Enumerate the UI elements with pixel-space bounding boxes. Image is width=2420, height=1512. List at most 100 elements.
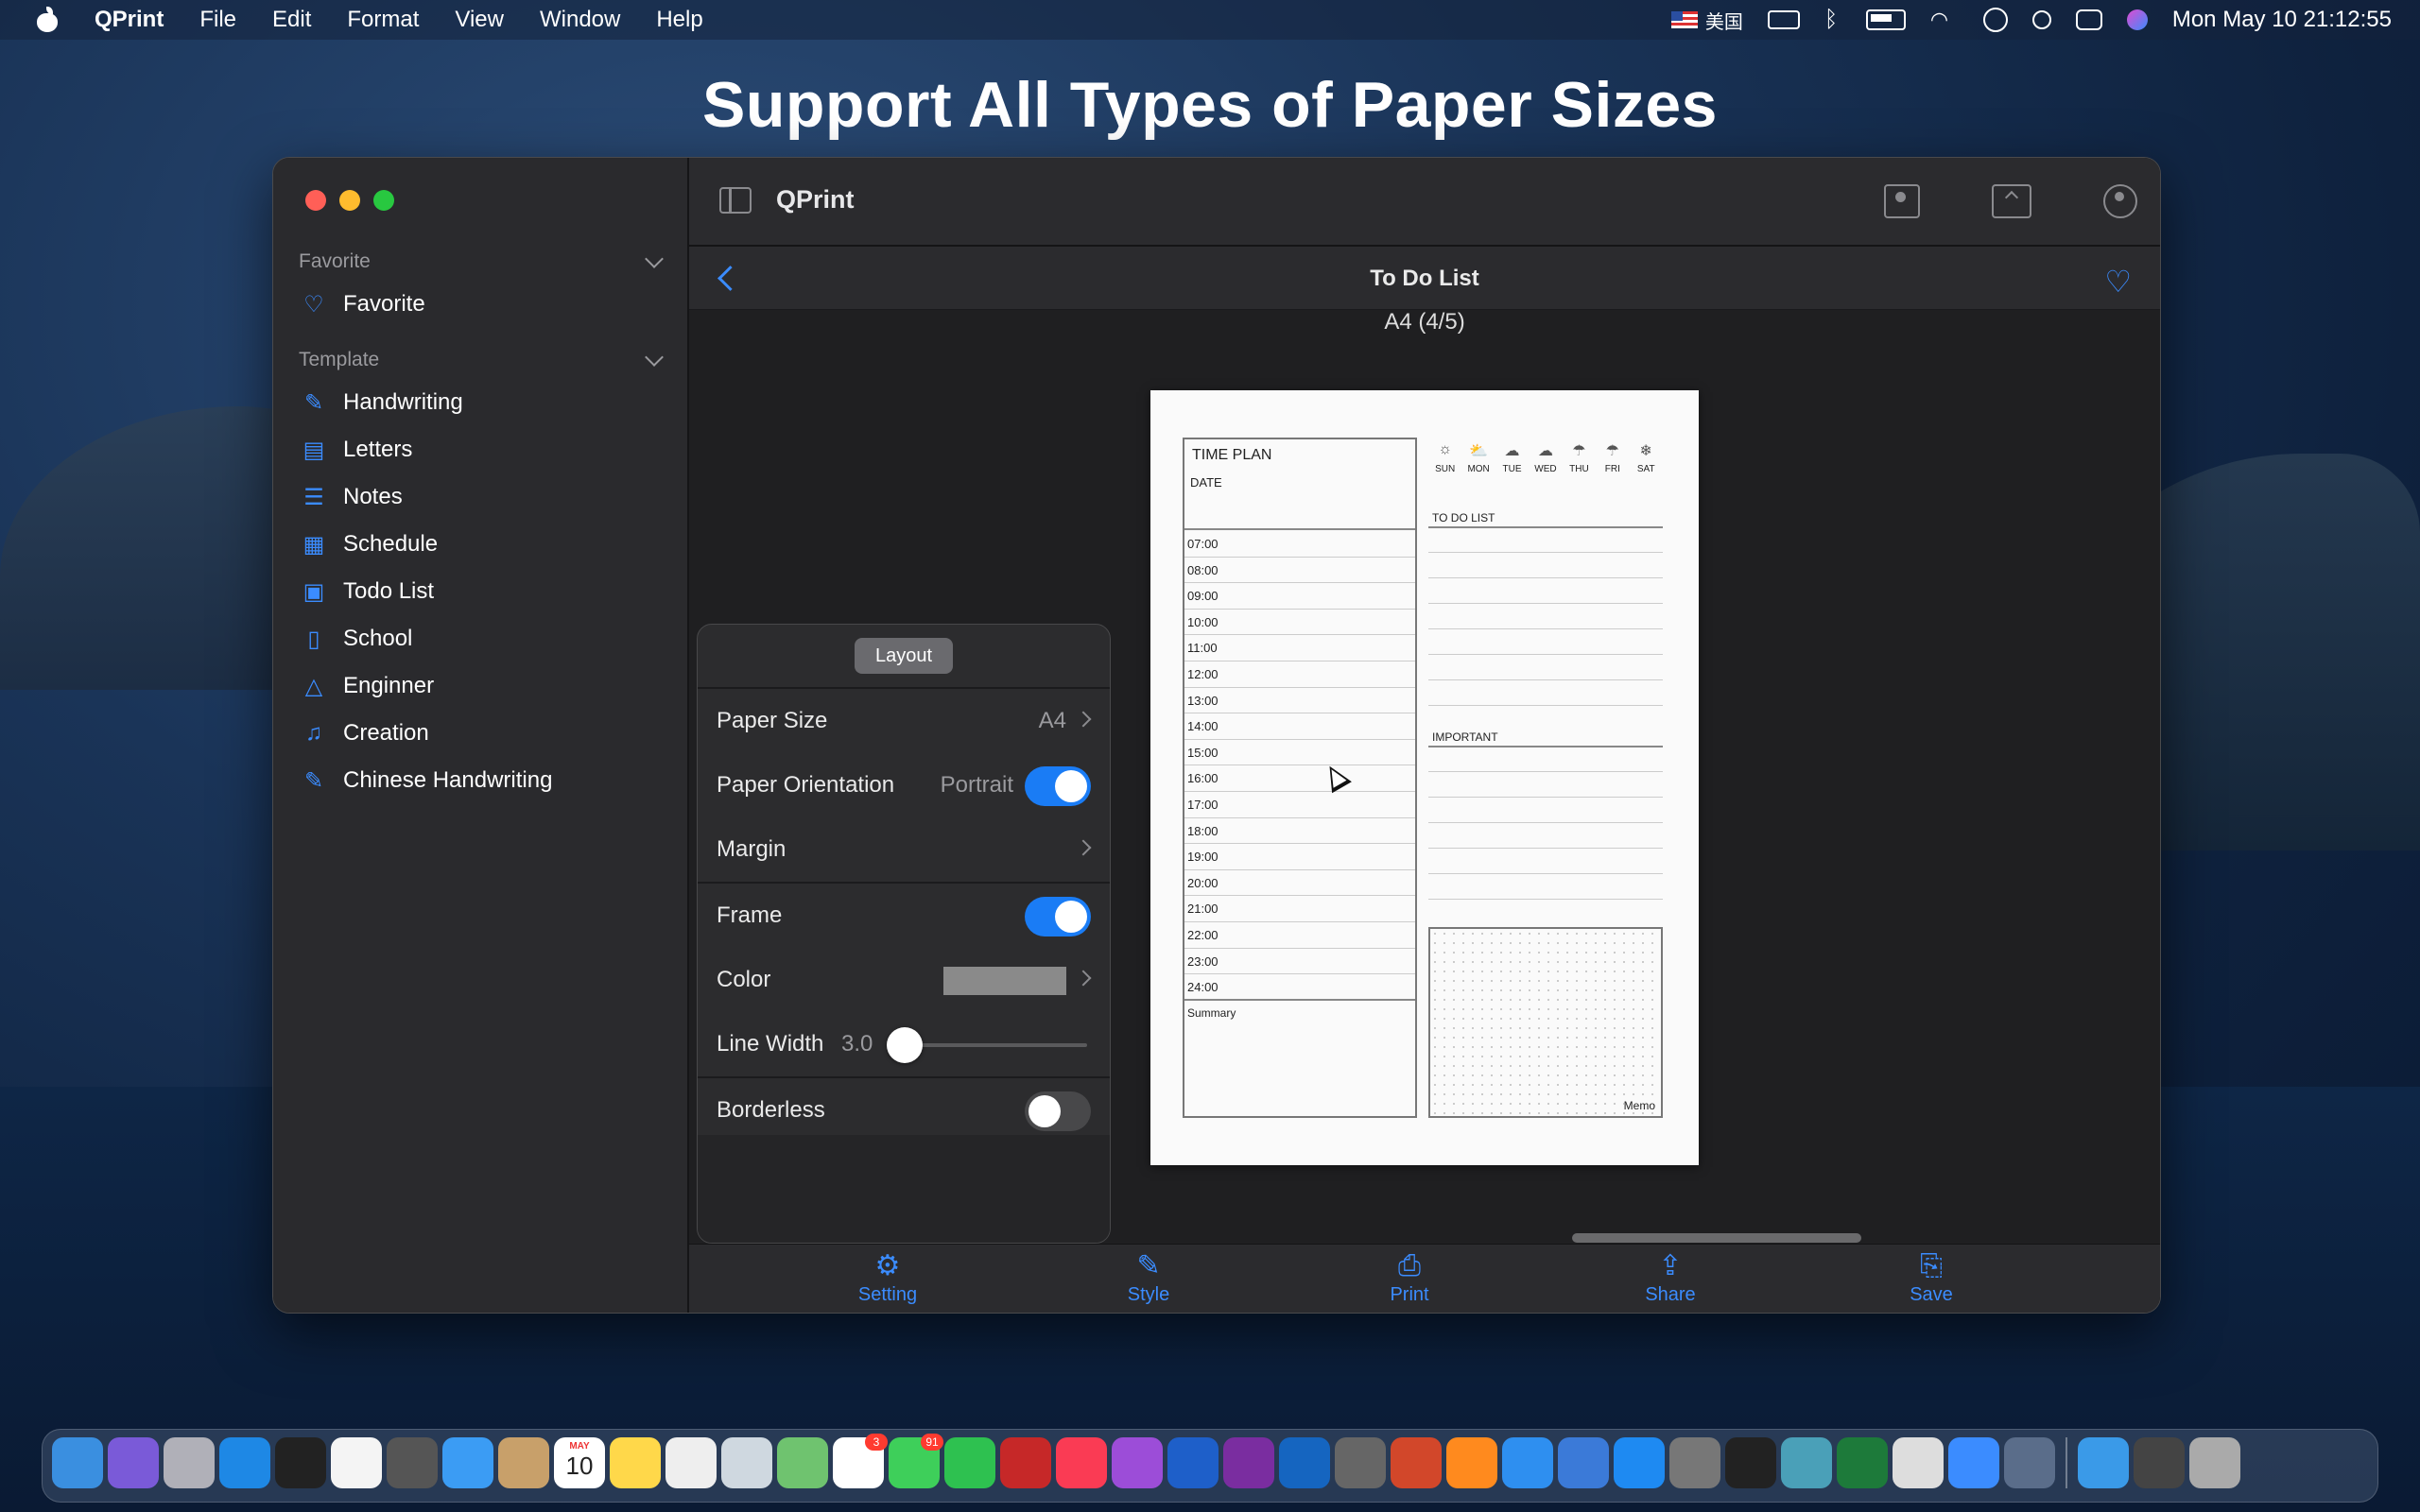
dock-photo-booth-icon[interactable] [1000, 1437, 1051, 1488]
sidebar-item-school[interactable]: ▯ School [273, 615, 687, 662]
dock-screenshots-icon[interactable] [2134, 1437, 2185, 1488]
hour-label: 18:00 [1187, 823, 1219, 838]
tab-share[interactable]: ⇪ Share [1604, 1248, 1737, 1306]
zoom-window-button[interactable] [373, 190, 394, 211]
tab-print[interactable]: ⎙ Print [1343, 1248, 1476, 1306]
siri-icon[interactable] [2126, 9, 2148, 30]
dock-instruments-icon[interactable] [1948, 1437, 1999, 1488]
dock-calculator-icon[interactable] [387, 1437, 438, 1488]
dock-downloads-icon[interactable] [2078, 1437, 2129, 1488]
apple-menu-icon[interactable] [34, 7, 60, 33]
dock-mail-icon[interactable] [442, 1437, 493, 1488]
dock-onenote-icon[interactable] [1223, 1437, 1274, 1488]
sidebar-item-favorite[interactable]: ♡ Favorite [273, 281, 687, 328]
dock-siri-icon[interactable] [108, 1437, 159, 1488]
color-swatch[interactable] [943, 967, 1066, 995]
tab-setting[interactable]: ⚙ Setting [821, 1248, 954, 1306]
spotlight-search-icon[interactable] [2031, 10, 2051, 29]
dock-preview-icon[interactable] [721, 1437, 772, 1488]
sidebar-item-enginner[interactable]: △ Enginner [273, 662, 687, 710]
menu-edit[interactable]: Edit [272, 7, 311, 33]
line-width-slider-track[interactable] [906, 1043, 1087, 1047]
dock-chrome-icon[interactable] [331, 1437, 382, 1488]
tab-save[interactable]: ⎘ Save [1865, 1248, 1997, 1306]
hour-label: 19:00 [1187, 850, 1219, 865]
dock-xcode-icon[interactable] [1558, 1437, 1609, 1488]
battery-icon[interactable] [1865, 9, 1906, 30]
dock-storage-icon[interactable] [1893, 1437, 1944, 1488]
close-window-button[interactable] [305, 190, 326, 211]
section-header-favorite[interactable]: Favorite [273, 243, 687, 281]
dock-podcasts-icon[interactable] [1112, 1437, 1163, 1488]
input-source-menu[interactable]: 美国 [1670, 7, 1743, 34]
sidebar-item-schedule[interactable]: ▦ Schedule [273, 521, 687, 568]
tab-style[interactable]: ✎ Style [1082, 1248, 1215, 1306]
sidebar-item-label: Handwriting [343, 389, 463, 415]
dock-trash-icon[interactable] [2189, 1437, 2240, 1488]
paper-size-row[interactable]: Paper Size A4 [698, 689, 1110, 753]
wifi-icon[interactable]: ◠ [1930, 9, 1959, 30]
dock-activity-monitor-icon[interactable] [275, 1437, 326, 1488]
borderless-toggle[interactable] [1025, 1091, 1091, 1131]
menu-file[interactable]: File [199, 7, 236, 33]
dock-outlook-icon[interactable] [1279, 1437, 1330, 1488]
contact-card-icon[interactable] [1884, 184, 1920, 218]
user-circle-icon[interactable] [1982, 8, 2008, 32]
account-icon[interactable] [2103, 184, 2137, 218]
dock-word-icon[interactable] [1167, 1437, 1219, 1488]
paper-preview[interactable]: TIME PLAN DATE 07:00 08:00 09:00 10:00 11:00… [1150, 390, 1699, 1165]
dock-calendar-icon[interactable]: MAY 10 [554, 1437, 605, 1488]
orientation-toggle[interactable] [1025, 766, 1091, 806]
dock-finder-icon[interactable] [52, 1437, 103, 1488]
dock-sequel-icon[interactable] [1781, 1437, 1832, 1488]
keyboard-icon[interactable] [1767, 10, 1800, 29]
menu-window[interactable]: Window [540, 7, 620, 33]
dock-maps-icon[interactable] [777, 1437, 828, 1488]
dock-photos-icon[interactable]: 3 [833, 1434, 888, 1488]
sidebar-item-handwriting[interactable]: ✎ Handwriting [273, 379, 687, 426]
dock-excel-icon[interactable] [1837, 1437, 1888, 1488]
dock-app-store-icon[interactable] [1614, 1437, 1665, 1488]
tab-layout[interactable]: Layout [855, 638, 953, 674]
sidebar-item-chinese-handwriting[interactable]: ✎ Chinese Handwriting [273, 757, 687, 804]
dock-facetime-icon[interactable] [944, 1437, 995, 1488]
dock-screenshot-icon[interactable] [1335, 1437, 1386, 1488]
dock-powerpoint-icon[interactable] [1391, 1437, 1442, 1488]
borderless-label: Borderless [717, 1097, 825, 1123]
dock-books-icon[interactable] [1446, 1437, 1497, 1488]
dock-textedit-icon[interactable] [666, 1437, 717, 1488]
menu-help[interactable]: Help [656, 7, 702, 33]
frame-toggle[interactable] [1025, 897, 1091, 936]
todo-list-label: TO DO LIST [1432, 511, 1495, 524]
dock-music-icon[interactable] [1056, 1437, 1107, 1488]
line-width-slider-knob[interactable] [887, 1027, 923, 1063]
dock-messages-icon[interactable]: 91 [889, 1434, 943, 1488]
bluetooth-icon[interactable]: ᛒ [1824, 9, 1841, 31]
sidebar-toggle-icon[interactable] [719, 187, 752, 214]
sidebar-item-todo-list[interactable]: ▣ Todo List [273, 568, 687, 615]
dock-simulator-icon[interactable] [2004, 1437, 2055, 1488]
dock-contacts-icon[interactable] [498, 1437, 549, 1488]
menu-view[interactable]: View [455, 7, 504, 33]
horizontal-scrollbar[interactable] [1572, 1233, 1861, 1243]
upload-icon[interactable] [1992, 184, 2031, 218]
menubar-clock[interactable]: Mon May 10 21:12:55 [2172, 7, 2392, 33]
favorite-heart-icon[interactable]: ♡ [2104, 264, 2132, 300]
sidebar-item-creation[interactable]: ♫ Creation [273, 710, 687, 757]
sidebar-item-notes[interactable]: ☰ Notes [273, 473, 687, 521]
window-toolbar: QPrint [689, 158, 2160, 247]
dock-terminal-icon[interactable] [1725, 1437, 1776, 1488]
minimize-window-button[interactable] [339, 190, 360, 211]
margin-row[interactable]: Margin [698, 817, 1110, 882]
control-center-icon[interactable] [2075, 9, 2102, 30]
section-header-template[interactable]: Template [273, 341, 687, 379]
dock-safari-icon[interactable] [219, 1437, 270, 1488]
sidebar-item-letters[interactable]: ▤ Letters [273, 426, 687, 473]
dock-find-my-icon[interactable] [1502, 1437, 1553, 1488]
menu-app-name[interactable]: QPrint [95, 7, 164, 33]
menu-format[interactable]: Format [347, 7, 419, 33]
color-row[interactable]: Color [698, 948, 1110, 1012]
dock-system-preferences-icon[interactable] [1669, 1437, 1720, 1488]
dock-notes-icon[interactable] [610, 1437, 661, 1488]
dock-launchpad-icon[interactable] [164, 1437, 215, 1488]
